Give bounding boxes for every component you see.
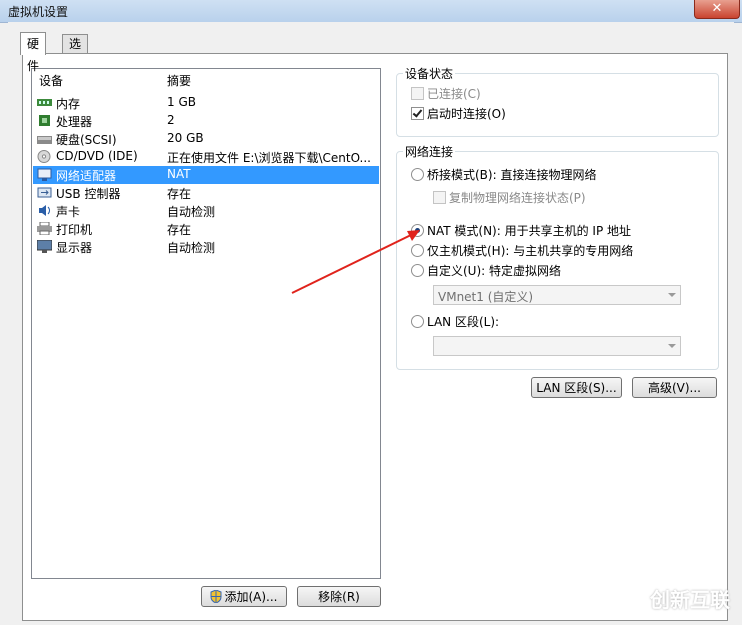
tab-hardware[interactable]: 硬件 — [20, 32, 47, 73]
dialog-body: 硬件 选项 设备 摘要 内存 1 GB 处理器 2 硬盘(SCSI) 20 GB — [8, 22, 734, 625]
tab-options[interactable]: 选项 — [62, 34, 89, 70]
title-bar: 虚拟机设置 ✕ — [0, 0, 742, 23]
hardware-tab-panel: 设备 摘要 内存 1 GB 处理器 2 硬盘(SCSI) 20 GB CD/DV… — [22, 53, 728, 621]
close-button[interactable]: ✕ — [694, 0, 740, 19]
annotation-arrow — [291, 230, 420, 294]
window-title: 虚拟机设置 — [8, 5, 69, 19]
close-icon[interactable]: ✕ — [712, 1, 723, 16]
watermark-logo-icon — [610, 578, 646, 614]
watermark-text: 创新互联 — [650, 588, 730, 612]
watermark-logo: 创新互联 — [610, 578, 740, 614]
